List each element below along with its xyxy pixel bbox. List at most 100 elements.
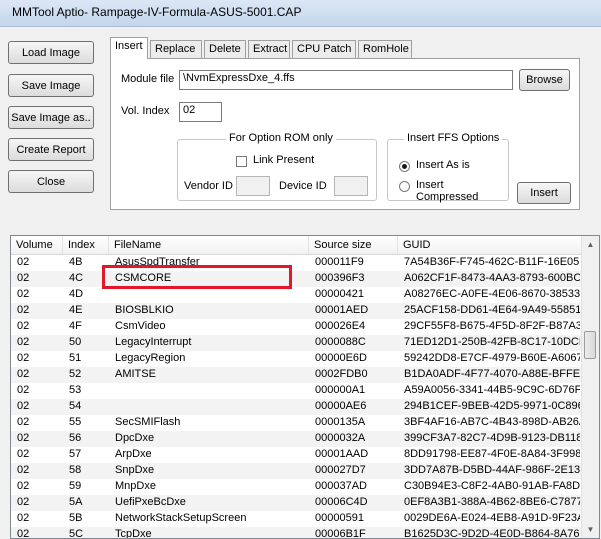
source-size-cell: 000011F9	[315, 256, 364, 268]
tab-replace[interactable]: Replace	[150, 40, 202, 58]
scrollbar-thumb[interactable]	[584, 331, 596, 359]
tab-insert[interactable]: Insert	[110, 37, 148, 59]
table-row[interactable]: 02 4F CsmVideo 000026E4 29CF55F8-B675-4F5D-8…	[11, 319, 581, 335]
table-row[interactable]: 02 4E BIOSBLKIO 00001AED 25ACF158-DD61-4E64-…	[11, 303, 581, 319]
insert-as-is-radio[interactable]	[399, 161, 410, 172]
source-size-cell: 000396F3	[315, 272, 365, 284]
filename-cell: LegacyInterrupt	[115, 336, 192, 348]
source-size-cell: 000026E4	[315, 320, 366, 332]
module-list[interactable]: Volume Index FileName Source size GUID 0…	[10, 235, 600, 539]
source-size-cell: 00006B1F	[315, 528, 366, 539]
index-cell: 5C	[69, 528, 84, 539]
guid-cell: 8DD91798-EE87-4F0E-8A84-3F9983	[404, 448, 580, 460]
guid-cell: B1DA0ADF-4F77-4070-A88E-BFFE1C	[404, 368, 580, 380]
insert-compressed-label: Insert Compressed	[416, 179, 479, 203]
tab-romhole[interactable]: RomHole	[358, 40, 412, 58]
tab-extract[interactable]: Extract	[248, 40, 290, 58]
volume-cell: 02	[17, 464, 30, 476]
volume-cell: 02	[17, 496, 30, 508]
insert-compressed-radio[interactable]	[399, 181, 410, 192]
vendor-id-input[interactable]	[236, 176, 270, 196]
table-row[interactable]: 02 58 SnpDxe 000027D7 3DD7A87B-D5BD-44AF-986…	[11, 463, 581, 479]
scroll-up-arrow-icon[interactable]: ▲	[582, 236, 599, 253]
list-header: Volume Index FileName Source size GUID	[11, 236, 581, 255]
filename-cell: TcpDxe	[115, 528, 152, 539]
guid-cell: 0029DE6A-E024-4EB8-A91D-9F23AA	[404, 512, 580, 524]
module-file-input[interactable]: \NvmExpressDxe_4.ffs	[179, 70, 513, 90]
device-id-label: Device ID	[279, 180, 327, 192]
table-row[interactable]: 02 52 AMITSE 0002FDB0 B1DA0ADF-4F77-4070-A88…	[11, 367, 581, 383]
column-header-filename[interactable]: FileName	[109, 236, 309, 254]
create-report-button[interactable]: Create Report	[8, 138, 94, 161]
tab-cpu-patch[interactable]: CPU Patch	[292, 40, 356, 58]
volume-cell: 02	[17, 368, 30, 380]
table-row[interactable]: 02 57 ArpDxe 00001AAD 8DD91798-EE87-4F0E-8A8…	[11, 447, 581, 463]
close-button[interactable]: Close	[8, 170, 94, 193]
column-header-guid[interactable]: GUID	[398, 236, 581, 254]
table-row[interactable]: 02 4B AsusSpdTransfer 000011F9 7A54B36F-F745…	[11, 255, 581, 271]
device-id-input[interactable]	[334, 176, 368, 196]
source-size-cell: 00001AED	[315, 304, 369, 316]
browse-button[interactable]: Browse	[519, 69, 570, 91]
ffs-options-group-title: Insert FFS Options	[404, 132, 503, 144]
volume-cell: 02	[17, 480, 30, 492]
source-size-cell: 00000591	[315, 512, 364, 524]
source-size-cell: 00000AE6	[315, 400, 367, 412]
table-row[interactable]: 02 59 MnpDxe 000037AD C30B94E3-C8F2-4AB0-91A…	[11, 479, 581, 495]
volume-cell: 02	[17, 256, 30, 268]
index-cell: 54	[69, 400, 82, 412]
filename-cell: CsmVideo	[115, 320, 166, 332]
load-image-button[interactable]: Load Image	[8, 41, 94, 64]
filename-cell: LegacyRegion	[115, 352, 186, 364]
vol-index-input[interactable]: 02	[179, 102, 222, 122]
scroll-down-arrow-icon[interactable]: ▼	[582, 521, 599, 538]
volume-cell: 02	[17, 384, 30, 396]
column-header-volume[interactable]: Volume	[11, 236, 63, 254]
table-row[interactable]: 02 51 LegacyRegion 00000E6D 59242DD8-E7CF-49…	[11, 351, 581, 367]
guid-cell: A59A0056-3341-44B5-9C9C-6D76F7	[404, 384, 580, 396]
guid-cell: 7A54B36F-F745-462C-B11F-16E05E	[404, 256, 580, 268]
index-cell: 52	[69, 368, 82, 380]
table-row[interactable]: 02 54 00000AE6 294B1CEF-9BEB-42D5-9971-0C89…	[11, 399, 581, 415]
table-row[interactable]: 02 55 SecSMIFlash 0000135A 3BF4AF16-AB7C-4B4…	[11, 415, 581, 431]
tab-delete[interactable]: Delete	[204, 40, 246, 58]
guid-cell: A062CF1F-8473-4AA3-8793-600BC4	[404, 272, 580, 284]
volume-cell: 02	[17, 448, 30, 460]
source-size-cell: 0000135A	[315, 416, 366, 428]
filename-cell: SecSMIFlash	[115, 416, 181, 428]
index-cell: 5A	[69, 496, 83, 508]
table-row[interactable]: 02 5C TcpDxe 00006B1F B1625D3C-9D2D-4E0D-B86…	[11, 527, 581, 539]
volume-cell: 02	[17, 272, 30, 284]
insert-button[interactable]: Insert	[517, 182, 571, 204]
vertical-scrollbar[interactable]: ▲ ▼	[581, 236, 599, 538]
volume-cell: 02	[17, 400, 30, 412]
index-cell: 57	[69, 448, 82, 460]
table-row[interactable]: 02 5B NetworkStackSetupScreen 00000591 0029D…	[11, 511, 581, 527]
index-cell: 59	[69, 480, 82, 492]
table-row[interactable]: 02 56 DpcDxe 0000032A 399CF3A7-82C7-4D9B-912…	[11, 431, 581, 447]
volume-cell: 02	[17, 416, 30, 428]
table-row[interactable]: 02 5A UefiPxeBcDxe 00006C4D 0EF8A3B1-388A-4B…	[11, 495, 581, 511]
link-present-checkbox[interactable]	[236, 156, 247, 167]
filename-cell: MnpDxe	[115, 480, 156, 492]
volume-cell: 02	[17, 336, 30, 348]
filename-cell: ArpDxe	[115, 448, 152, 460]
window-title: MMTool Aptio- Rampage-IV-Formula-ASUS-50…	[12, 5, 302, 19]
list-rows: 02 4B AsusSpdTransfer 000011F9 7A54B36F-F745…	[11, 255, 581, 539]
save-image-as-button[interactable]: Save Image as..	[8, 106, 94, 129]
table-row[interactable]: 02 4D 00000421 A08276EC-A0FE-4E06-8670-3853…	[11, 287, 581, 303]
column-header-source-size[interactable]: Source size	[309, 236, 398, 254]
source-size-cell: 000000A1	[315, 384, 366, 396]
save-image-button[interactable]: Save Image	[8, 74, 94, 97]
filename-cell: CSMCORE	[115, 272, 172, 284]
insert-as-is-label: Insert As is	[416, 159, 470, 171]
column-header-index[interactable]: Index	[63, 236, 109, 254]
table-row[interactable]: 02 50 LegacyInterrupt 0000088C 71ED12D1-250B…	[11, 335, 581, 351]
guid-cell: 59242DD8-E7CF-4979-B60E-A6067E	[404, 352, 580, 364]
table-row[interactable]: 02 4C CSMCORE 000396F3 A062CF1F-8473-4AA3-87…	[11, 271, 581, 287]
volume-cell: 02	[17, 432, 30, 444]
source-size-cell: 00000421	[315, 288, 364, 300]
module-file-label: Module file	[121, 73, 175, 85]
filename-cell: UefiPxeBcDxe	[115, 496, 186, 508]
table-row[interactable]: 02 53 000000A1 A59A0056-3341-44B5-9C9C-6D76…	[11, 383, 581, 399]
